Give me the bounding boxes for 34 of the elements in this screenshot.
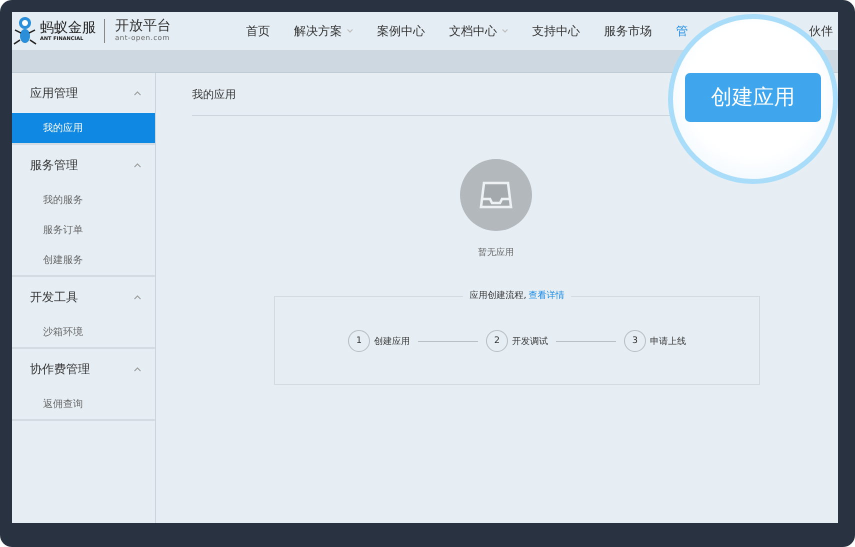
chevron-icon (134, 294, 141, 300)
step-label: 申请上线 (650, 336, 686, 348)
chevron-icon (134, 366, 141, 372)
sidebar-group-header[interactable]: 应用管理 (12, 73, 155, 113)
page-title: 我的应用 (192, 86, 236, 102)
sidebar-group-header[interactable]: 开发工具 (12, 277, 155, 317)
step-number: 1 (348, 330, 370, 352)
nav-link[interactable]: 文档中心 (449, 24, 508, 38)
nav-link[interactable]: 案例中心 (377, 24, 425, 38)
sidebar-item[interactable]: 服务订单 (12, 215, 155, 245)
process-title: 应用创建流程, (470, 290, 526, 302)
ant-logo-icon (12, 16, 38, 46)
sidebar-item[interactable]: 我的应用 (12, 113, 155, 143)
step-label: 创建应用 (374, 336, 410, 348)
empty-inbox-icon (460, 159, 532, 231)
sidebar-item[interactable]: 创建服务 (12, 245, 155, 275)
product-name: 开放平台 (115, 19, 171, 34)
sidebar-item[interactable]: 我的服务 (12, 185, 155, 215)
chevron-icon (134, 162, 141, 168)
sidebar-group-header[interactable]: 协作费管理 (12, 349, 155, 389)
step-label: 开发调试 (512, 336, 548, 348)
step-number: 3 (624, 330, 646, 352)
sidebar-group-header[interactable]: 服务管理 (12, 145, 155, 185)
empty-message: 暂无应用 (478, 246, 514, 259)
chevron-icon (134, 90, 141, 96)
sidebar-item[interactable]: 返佣查询 (12, 389, 155, 419)
step-number: 2 (486, 330, 508, 352)
nav-link[interactable]: 首页 (246, 24, 270, 38)
nav-link[interactable]: 伙伴 (809, 24, 833, 38)
nav-link[interactable]: 解决方案 (294, 24, 353, 38)
brand-name: 蚂蚁金服 (40, 20, 96, 36)
nav-link[interactable]: 服务市场 (604, 24, 652, 38)
sidebar-item[interactable]: 沙箱环境 (12, 317, 155, 347)
nav-link[interactable]: 支持中心 (532, 24, 580, 38)
